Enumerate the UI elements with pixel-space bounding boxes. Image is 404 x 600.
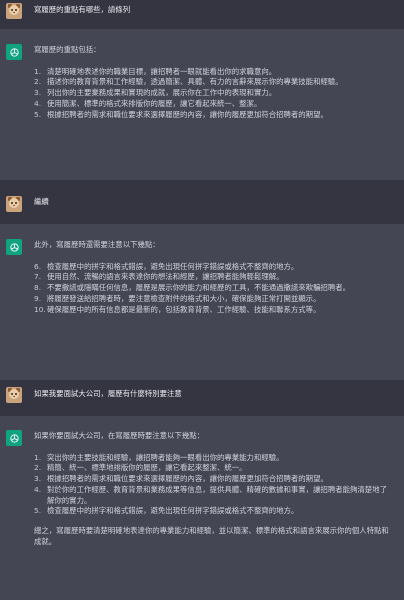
list-item: 7. 使用自然、流暢的語言來表達你的想法和經歷，讓招聘者能夠輕鬆理解。: [34, 272, 284, 282]
list-item: 3. 根據招聘者的需求和職位要求來選擇履歷的內容，讓你的履歷更加符合招聘者的期望。: [34, 474, 328, 484]
assistant-message: 此外，寫履歷時還需要注意以下幾點： 6. 檢查履歷中的拼字和格式錯誤，避免出現任何…: [0, 224, 404, 380]
list-item: 6. 檢查履歷中的拼字和格式錯誤，避免出現任何拼字錯誤或格式不整齊的地方。: [34, 261, 299, 271]
list-item: 1. 突出你的主要技能和經驗，讓招聘者能夠一眼看出你的專業能力和經驗。: [34, 452, 284, 462]
list-item: 8. 不要撒謊或隱瞞任何信息，履歷是展示你的能力和經歷的工具，不能通過撒謊來欺騙招…: [34, 283, 351, 293]
assistant-intro: 如果你要面試大公司，在寫履歷時要注意以下幾點：: [34, 431, 204, 440]
list-item: 5. 檢查履歷中的拼字和格式錯誤，避免出現任何拼字錯誤或格式不整齊的地方。: [34, 506, 299, 516]
user-message: 如果我要面試大公司，履歷有什麼特別要注意: [0, 380, 404, 416]
list-item: 2. 精簡、統一、標準地排版你的履歷，讓它看起來整潔、統一。: [34, 463, 247, 473]
list-item: 5. 根據招聘者的需求和職位要求來選擇履歷的內容，讓你的履歷更加符合招聘者的期望。: [34, 109, 328, 119]
openai-logo-icon: [6, 44, 22, 60]
assistant-list: 1. 清楚明確地表述你的職業目標，讓招聘者一眼就能看出你的求職意向。 2. 描述你的…: [34, 67, 394, 121]
assistant-list: 6. 檢查履歷中的拼字和格式錯誤，避免出現任何拼字錯誤或格式不整齊的地方。 7. 使…: [34, 262, 394, 316]
user-message: 繼續: [0, 180, 404, 224]
cat-avatar-icon: [6, 3, 22, 19]
assistant-message: 寫履歷的重點包括： 1. 清楚明確地表述你的職業目標，讓招聘者一眼就能看出你的求職…: [0, 29, 404, 180]
list-item: 3. 列出你的主要業務成果和實現的成就，展示你在工作中的表現和實力。: [34, 88, 277, 98]
list-item: 1. 清楚明確地表述你的職業目標，讓招聘者一眼就能看出你的求職意向。: [34, 66, 277, 76]
assistant-intro: 此外，寫履歷時還需要注意以下幾點：: [34, 240, 160, 249]
user-message-text: 繼續: [34, 197, 49, 206]
user-message-text: 寫履歷的重點有哪些，請條列: [34, 5, 131, 14]
user-message-text: 如果我要面試大公司，履歷有什麼特別要注意: [34, 389, 182, 398]
assistant-intro: 寫履歷的重點包括：: [34, 45, 101, 54]
list-item: 4. 對於你的工作經歷、教育背景和業務成果等信息，提供具體、精確的數據和事實，讓招…: [34, 484, 387, 505]
cat-avatar-icon: [6, 387, 22, 403]
assistant-outro: 總之，寫履歷時要清楚明確地表達你的專業能力和經驗，並以簡潔、標準的格式和語言來展…: [34, 526, 389, 546]
cat-avatar-icon: [6, 196, 22, 212]
list-item: 2. 描述你的教育背景和工作經驗，透過簡潔、具體、有力的言辭來展示你的專業技能和經…: [34, 77, 343, 87]
openai-logo-icon: [6, 239, 22, 255]
assistant-message: 如果你要面試大公司，在寫履歷時要注意以下幾點： 1. 突出你的主要技能和經驗，讓招…: [0, 416, 404, 600]
list-item: 4. 使用簡潔、標準的格式來排版你的履歷，讓它看起來統一、整潔。: [34, 98, 262, 108]
list-item: 9. 將履歷發送給招聘者時，要注意檢查附件的格式和大小，確保能夠正常打開並顯示。: [34, 293, 321, 303]
openai-logo-icon: [6, 430, 22, 446]
list-item: 10. 確保履歷中的所有信息都是最新的，包括教育背景、工作經驗、技能和聯系方式等。: [34, 304, 321, 314]
assistant-list: 1. 突出你的主要技能和經驗，讓招聘者能夠一眼看出你的專業能力和經驗。 2. 精簡、…: [34, 453, 394, 517]
user-message: 寫履歷的重點有哪些，請條列: [0, 0, 404, 29]
